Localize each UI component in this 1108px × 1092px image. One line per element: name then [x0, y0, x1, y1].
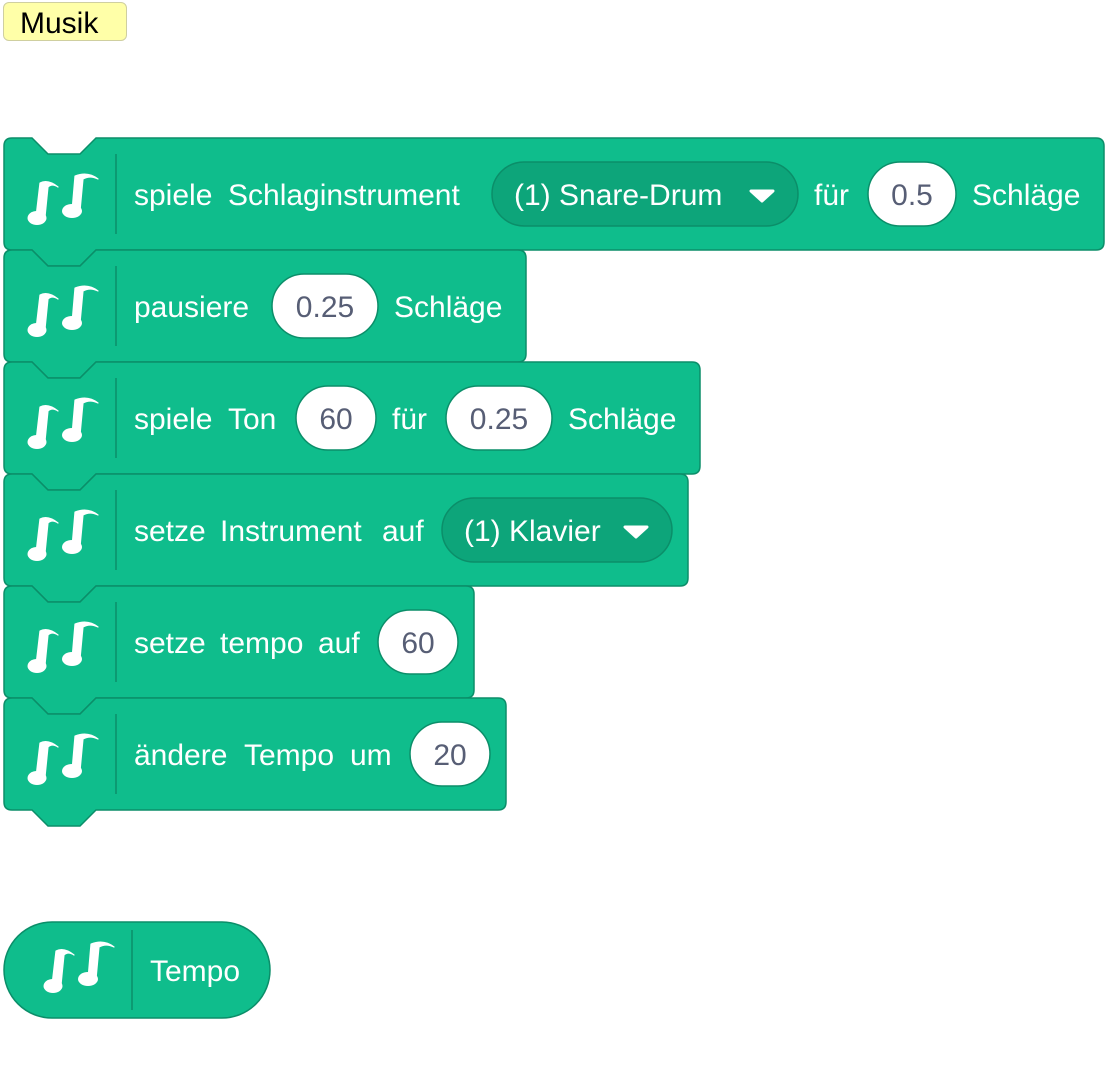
block-label: pausiere [134, 291, 249, 324]
input-value: 0.25 [470, 403, 528, 436]
set-instrument-block[interactable]: setze Instrument auf (1) Klavier [3, 473, 689, 603]
beats-input[interactable]: 0.5 [867, 161, 957, 227]
block-label: spiele [134, 403, 212, 436]
input-value: 60 [319, 403, 352, 436]
block-label: setze [134, 627, 206, 660]
block-label: Schläge [568, 403, 676, 436]
tempo-reporter[interactable]: Tempo [3, 921, 271, 1019]
block-label: auf [318, 627, 360, 660]
rest-block[interactable]: pausiere 0.25 Schläge [3, 249, 527, 379]
input-value: 0.5 [891, 179, 933, 212]
block-label: Ton [228, 403, 276, 436]
block-label: Schläge [394, 291, 502, 324]
block-label: für [814, 179, 849, 212]
drum-dropdown[interactable]: (1) Snare-Drum [491, 161, 799, 227]
reporter-label: Tempo [150, 955, 240, 988]
input-value: 60 [401, 627, 434, 660]
block-label: Schlaginstrument [228, 179, 460, 212]
block-label: auf [382, 515, 424, 548]
block-label: Instrument [220, 515, 362, 548]
set-tempo-block[interactable]: setze tempo auf 60 [3, 585, 475, 715]
block-palette: spiele Schlaginstrument (1) Snare-Drum f… [3, 137, 1105, 1019]
block-label: Schläge [972, 179, 1080, 212]
block-label: setze [134, 515, 206, 548]
tempo-change-input[interactable]: 20 [409, 721, 491, 787]
block-label: Tempo [244, 739, 334, 772]
play-note-block[interactable]: spiele Ton 60 für 0.25 Schläge [3, 361, 701, 491]
dropdown-value: (1) Klavier [464, 515, 601, 548]
dropdown-value: (1) Snare-Drum [514, 179, 722, 212]
input-value: 20 [433, 739, 466, 772]
change-tempo-block[interactable]: ändere Tempo um 20 [3, 697, 507, 827]
note-input[interactable]: 60 [295, 385, 377, 451]
input-value: 0.25 [296, 291, 354, 324]
block-label: um [350, 739, 392, 772]
play-drum-block[interactable]: spiele Schlaginstrument (1) Snare-Drum f… [3, 137, 1105, 267]
block-label: tempo [220, 627, 303, 660]
instrument-dropdown[interactable]: (1) Klavier [441, 497, 673, 563]
beats-input[interactable]: 0.25 [445, 385, 553, 451]
beats-input[interactable]: 0.25 [271, 273, 379, 339]
block-label: ändere [134, 739, 227, 772]
tempo-input[interactable]: 60 [377, 609, 459, 675]
block-label: spiele [134, 179, 212, 212]
block-label: für [392, 403, 427, 436]
